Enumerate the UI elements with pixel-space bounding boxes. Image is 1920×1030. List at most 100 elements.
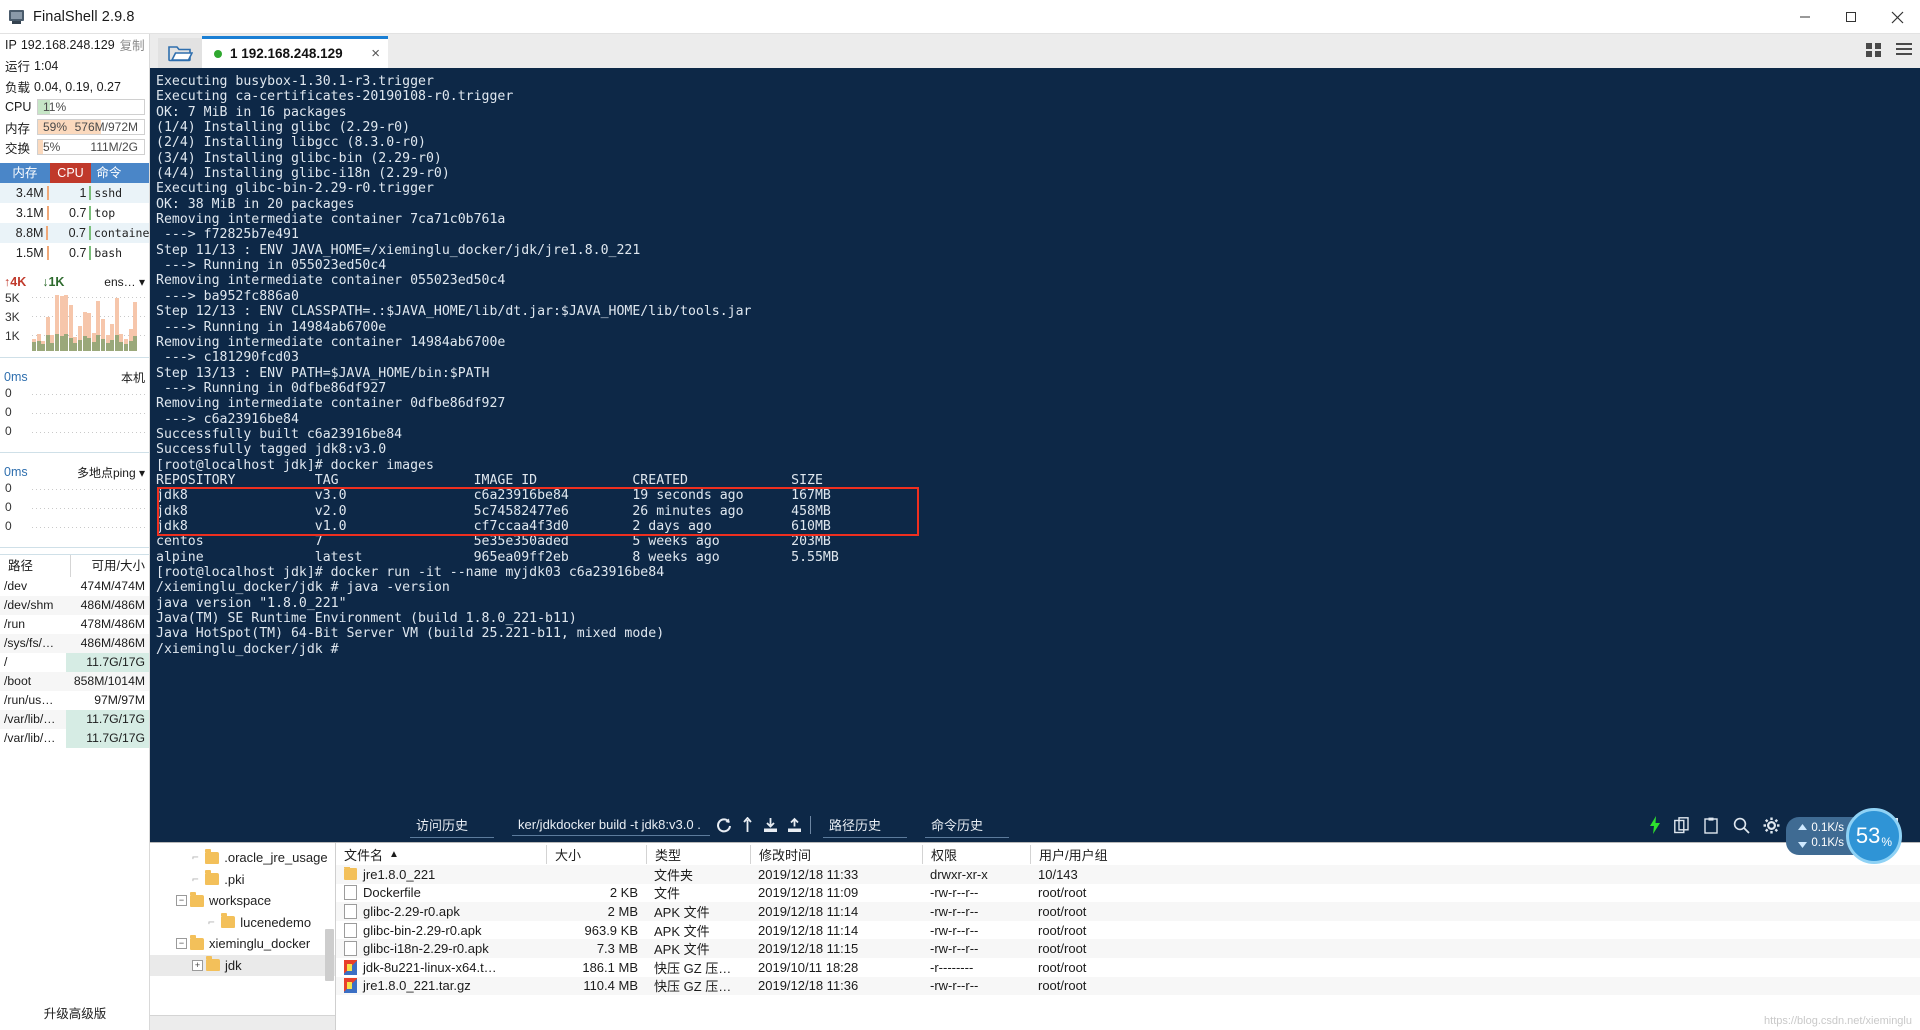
local-ping-plot [32,388,145,446]
tree-expander[interactable]: − [176,895,187,907]
file-list[interactable]: 文件名 ▲ 大小 类型 修改时间 权限 用户/用户组 jre1.8.0_221 文… [336,843,1920,1030]
meter-percent: 5% [43,140,61,154]
file-row[interactable]: jre1.8.0_221 文件夹 2019/12/18 11:33 drwxr-xr-… [336,865,1920,884]
file-name: jre1.8.0_221 [363,866,436,882]
open-folder-button[interactable] [158,38,202,68]
process-row[interactable]: 8.8M 0.7 container [0,223,156,243]
command-bar: 访问历史 ker/jdkdocker build -t jdk8:v3.0 . [150,808,1920,842]
tree-node[interactable]: + jdk [150,954,335,976]
minimize-button[interactable] [1782,0,1828,34]
cpu-gauge[interactable]: 53% [1846,808,1902,864]
file-row[interactable]: glibc-2.29-r0.apk 2 MB APK 文件 2019/12/18 11… [336,902,1920,921]
command-input[interactable]: ker/jdkdocker build -t jdk8:v3.0 . [512,815,711,836]
monitor-sidebar: IP 192.168.248.129 复制 运行 1:04 负载 0.04, 0… [0,34,156,1030]
process-row[interactable]: 1.5M 0.7 bash [0,243,149,263]
tree-node[interactable]: − workspace [150,890,335,912]
terminal-line: [root@localhost jdk]# docker run -it --n… [156,565,665,580]
tree-node-label: jdk [225,957,242,973]
tree-expander[interactable]: + [192,959,203,971]
terminal-line: ---> ba952fc886a0 [156,288,299,304]
lightning-icon[interactable] [1649,816,1661,834]
file-row[interactable]: jdk-8u221-linux-x64.t… 186.1 MB 快压 GZ 压… 20… [336,958,1920,977]
upload-tray-icon[interactable] [787,817,802,833]
tree-node[interactable]: ⌐ .oracle_jre_usage [150,847,335,869]
watermark: https://blog.csdn.net/xieminglu [1764,1015,1912,1027]
disk-row[interactable]: /var/lib/… 11.7G/17G [0,729,149,748]
refresh-icon[interactable] [716,817,732,833]
file-name-cell: glibc-bin-2.29-r0.apk [336,922,546,938]
file-row[interactable]: glibc-bin-2.29-r0.apk 963.9 KB APK 文件 2019/… [336,921,1920,940]
file-icon [344,885,357,901]
tree-expander[interactable]: − [176,938,187,950]
col-header-cpu[interactable]: CPU [49,163,92,183]
meter-label: 内存 [5,121,31,136]
terminal-line: Step 12/13 : ENV CLASSPATH=.:$JAVA_HOME/… [156,304,752,320]
tab-session-1[interactable]: 1 192.168.248.129 × [202,36,388,68]
terminal-output[interactable]: Executing busybox-1.30.1-r3.trigger Execu… [150,68,1920,808]
disk-row[interactable]: /dev/shm 486M/486M [0,596,149,615]
gear-icon[interactable] [1763,817,1780,834]
command-history-button[interactable]: 命令历史 [925,813,1010,838]
col-header-filename[interactable]: 文件名 ▲ [336,845,546,864]
terminal-line: ---> c181290fcd03 [156,350,299,366]
process-memory: 8.8M [0,223,49,243]
col-header-mtime[interactable]: 修改时间 [750,844,922,864]
paste-icon[interactable] [1704,817,1720,834]
tree-scrollbar[interactable] [325,929,334,981]
col-header-memory[interactable]: 内存 [0,163,50,183]
file-owner: root/root [1038,903,1087,919]
interface-selector[interactable]: ens… ▾ [104,275,145,289]
file-owner: root/root [1038,959,1087,975]
search-icon[interactable] [1733,817,1750,834]
grid-view-button[interactable] [1864,40,1884,60]
path-history-button[interactable]: 路径历史 [823,813,908,838]
disk-path: /run/us… [4,693,54,707]
multi-ping-selector[interactable]: 多地点ping ▾ [77,464,145,481]
col-header-command[interactable]: 命令 [91,163,149,183]
uptime-label: 运行 [5,60,31,74]
file-owner: 10/143 [1038,866,1078,882]
col-header-size[interactable]: 大小 [546,844,646,864]
process-row[interactable]: 3.4M 1 sshd [0,183,149,203]
tree-node[interactable]: − xieminglu_docker [150,933,335,955]
visit-history-button[interactable]: 访问历史 [410,813,495,838]
zip-icon [344,978,357,994]
list-view-button[interactable] [1894,40,1914,60]
disk-path: /var/lib/… [4,731,56,745]
maximize-button[interactable] [1828,0,1874,34]
file-name: glibc-i18n-2.29-r0.apk [363,941,489,957]
col-header-owner[interactable]: 用户/用户组 [1030,844,1150,864]
copy-ip-button[interactable]: 复制 [120,35,145,54]
tree-node[interactable]: ⌐ .pki [150,869,335,891]
disk-row[interactable]: /dev 474M/474M [0,577,149,596]
col-header-type[interactable]: 类型 [646,844,750,864]
speed-up-value: 0.1K/s [1811,822,1844,834]
copy-icon[interactable] [1674,816,1691,834]
close-button[interactable] [1874,0,1920,34]
tree-guide: ⌐ [192,872,206,886]
disk-size: 11.7G/17G [65,653,149,672]
tree-node[interactable]: ⌐ lucenedemo [150,912,335,934]
process-row[interactable]: 3.1M 0.7 top [0,203,149,223]
upload-arrow-icon[interactable] [741,817,754,833]
file-icon [344,903,357,919]
disk-row[interactable]: /var/lib/… 11.7G/17G [0,710,149,729]
file-row[interactable]: Dockerfile 2 KB 文件 2019/12/18 11:09 -rw-r--r… [336,884,1920,903]
disk-row[interactable]: /run 478M/486M [0,615,149,634]
file-row[interactable]: glibc-i18n-2.29-r0.apk 7.3 MB APK 文件 2019/1… [336,939,1920,958]
disk-row[interactable]: / 11.7G/17G [0,653,149,672]
terminal-line: [root@localhost jdk]# docker images [156,457,434,473]
col-header-permission[interactable]: 权限 [922,844,1030,864]
speed-widget[interactable]: 0.1K/s 0.1K/s 53% [1786,808,1902,864]
disk-row[interactable]: /boot 858M/1014M [0,672,149,691]
download-tray-icon[interactable] [763,817,778,833]
tab-close-icon[interactable]: × [357,46,380,61]
multi-ping-header: 0ms 多地点ping ▾ [0,463,149,481]
disk-row[interactable]: /run/us… 97M/97M [0,691,149,710]
arrow-up-icon [1798,824,1808,830]
folder-icon [344,866,357,881]
upgrade-link[interactable]: 升级高级版 [0,1003,150,1022]
directory-tree[interactable]: ⌐ .oracle_jre_usage ⌐ .pki − workspace ⌐ luc… [150,843,336,1030]
disk-row[interactable]: /sys/fs/… 486M/486M [0,634,149,653]
file-row[interactable]: jre1.8.0_221.tar.gz 110.4 MB 快压 GZ 压… 2019/… [336,976,1920,996]
